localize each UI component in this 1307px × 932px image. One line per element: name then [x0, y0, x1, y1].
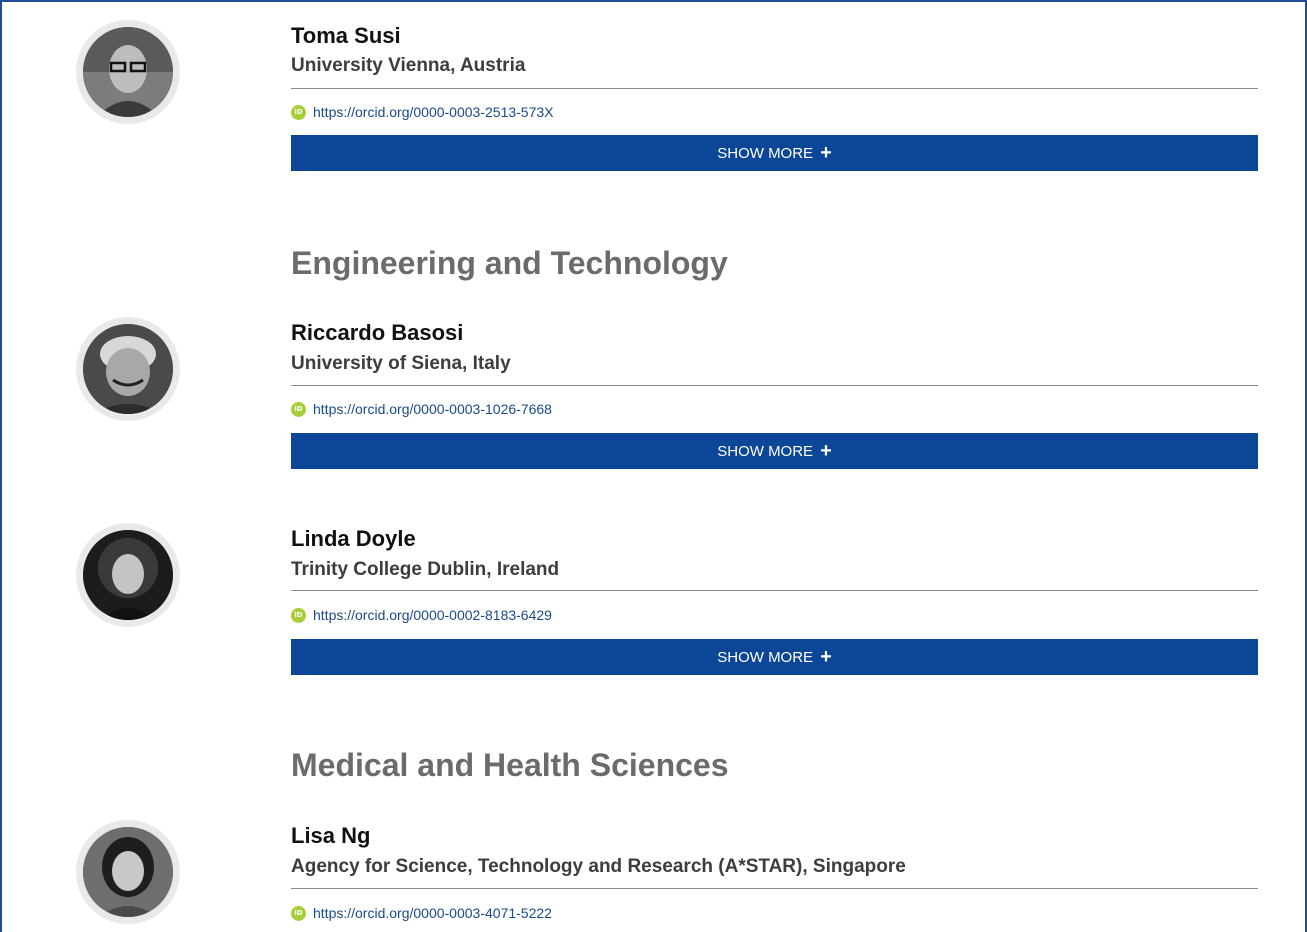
avatar	[76, 317, 180, 421]
orcid-link[interactable]: https://orcid.org/0000-0003-1026-7668	[313, 401, 552, 417]
avatar	[76, 820, 180, 924]
person-affiliation: University Vienna, Austria	[291, 55, 526, 76]
person-affiliation: Agency for Science, Technology and Resea…	[291, 856, 906, 877]
person-affiliation: University of Siena, Italy	[291, 353, 511, 374]
orcid-icon: iD	[291, 104, 306, 120]
portrait-photo-icon	[83, 27, 173, 117]
orcid-row: iD https://orcid.org/0000-0002-8183-6429	[291, 606, 552, 624]
plus-icon: +	[820, 142, 832, 164]
show-more-button[interactable]: SHOW MORE +	[291, 639, 1258, 675]
show-more-label: SHOW MORE	[717, 648, 814, 666]
avatar-photo	[83, 27, 173, 117]
plus-icon: +	[820, 646, 832, 668]
orcid-row: iD https://orcid.org/0000-0003-1026-7668	[291, 400, 552, 418]
avatar-photo	[83, 324, 173, 414]
portrait-photo-icon	[83, 530, 173, 620]
person-affiliation: Trinity College Dublin, Ireland	[291, 559, 560, 580]
portrait-photo-icon	[83, 827, 173, 917]
section-heading: Engineering and Technology	[291, 245, 728, 281]
avatar	[76, 523, 180, 627]
person-name: Linda Doyle	[291, 526, 416, 551]
orcid-link[interactable]: https://orcid.org/0000-0003-4071-5222	[313, 905, 552, 921]
divider	[291, 590, 1258, 591]
orcid-link[interactable]: https://orcid.org/0000-0002-8183-6429	[313, 607, 552, 623]
person-card: Linda Doyle Trinity College Dublin, Irel…	[0, 503, 1307, 675]
person-card: Lisa Ng Agency for Science, Technology a…	[0, 800, 1307, 932]
show-more-label: SHOW MORE	[717, 144, 814, 162]
show-more-label: SHOW MORE	[717, 442, 814, 460]
orcid-link[interactable]: https://orcid.org/0000-0003-2513-573X	[313, 104, 554, 120]
person-name: Riccardo Basosi	[291, 320, 464, 345]
orcid-icon: iD	[291, 401, 306, 417]
orcid-row: iD https://orcid.org/0000-0003-4071-5222	[291, 904, 552, 922]
person-card: Riccardo Basosi University of Siena, Ita…	[0, 297, 1307, 469]
section-heading: Medical and Health Sciences	[291, 747, 729, 783]
divider	[291, 88, 1258, 89]
orcid-icon: iD	[291, 607, 306, 623]
show-more-button[interactable]: SHOW MORE +	[291, 433, 1258, 469]
plus-icon: +	[820, 440, 832, 462]
avatar-photo	[83, 827, 173, 917]
divider	[291, 385, 1258, 386]
show-more-button[interactable]: SHOW MORE +	[291, 135, 1258, 171]
avatar	[76, 20, 180, 124]
orcid-icon: iD	[291, 905, 306, 921]
person-name: Lisa Ng	[291, 823, 371, 848]
divider	[291, 888, 1258, 889]
orcid-row: iD https://orcid.org/0000-0003-2513-573X	[291, 103, 554, 121]
portrait-photo-icon	[83, 324, 173, 414]
person-card: Toma Susi University Vienna, Austria iD …	[0, 0, 1307, 171]
avatar-photo	[83, 530, 173, 620]
person-name: Toma Susi	[291, 23, 401, 48]
